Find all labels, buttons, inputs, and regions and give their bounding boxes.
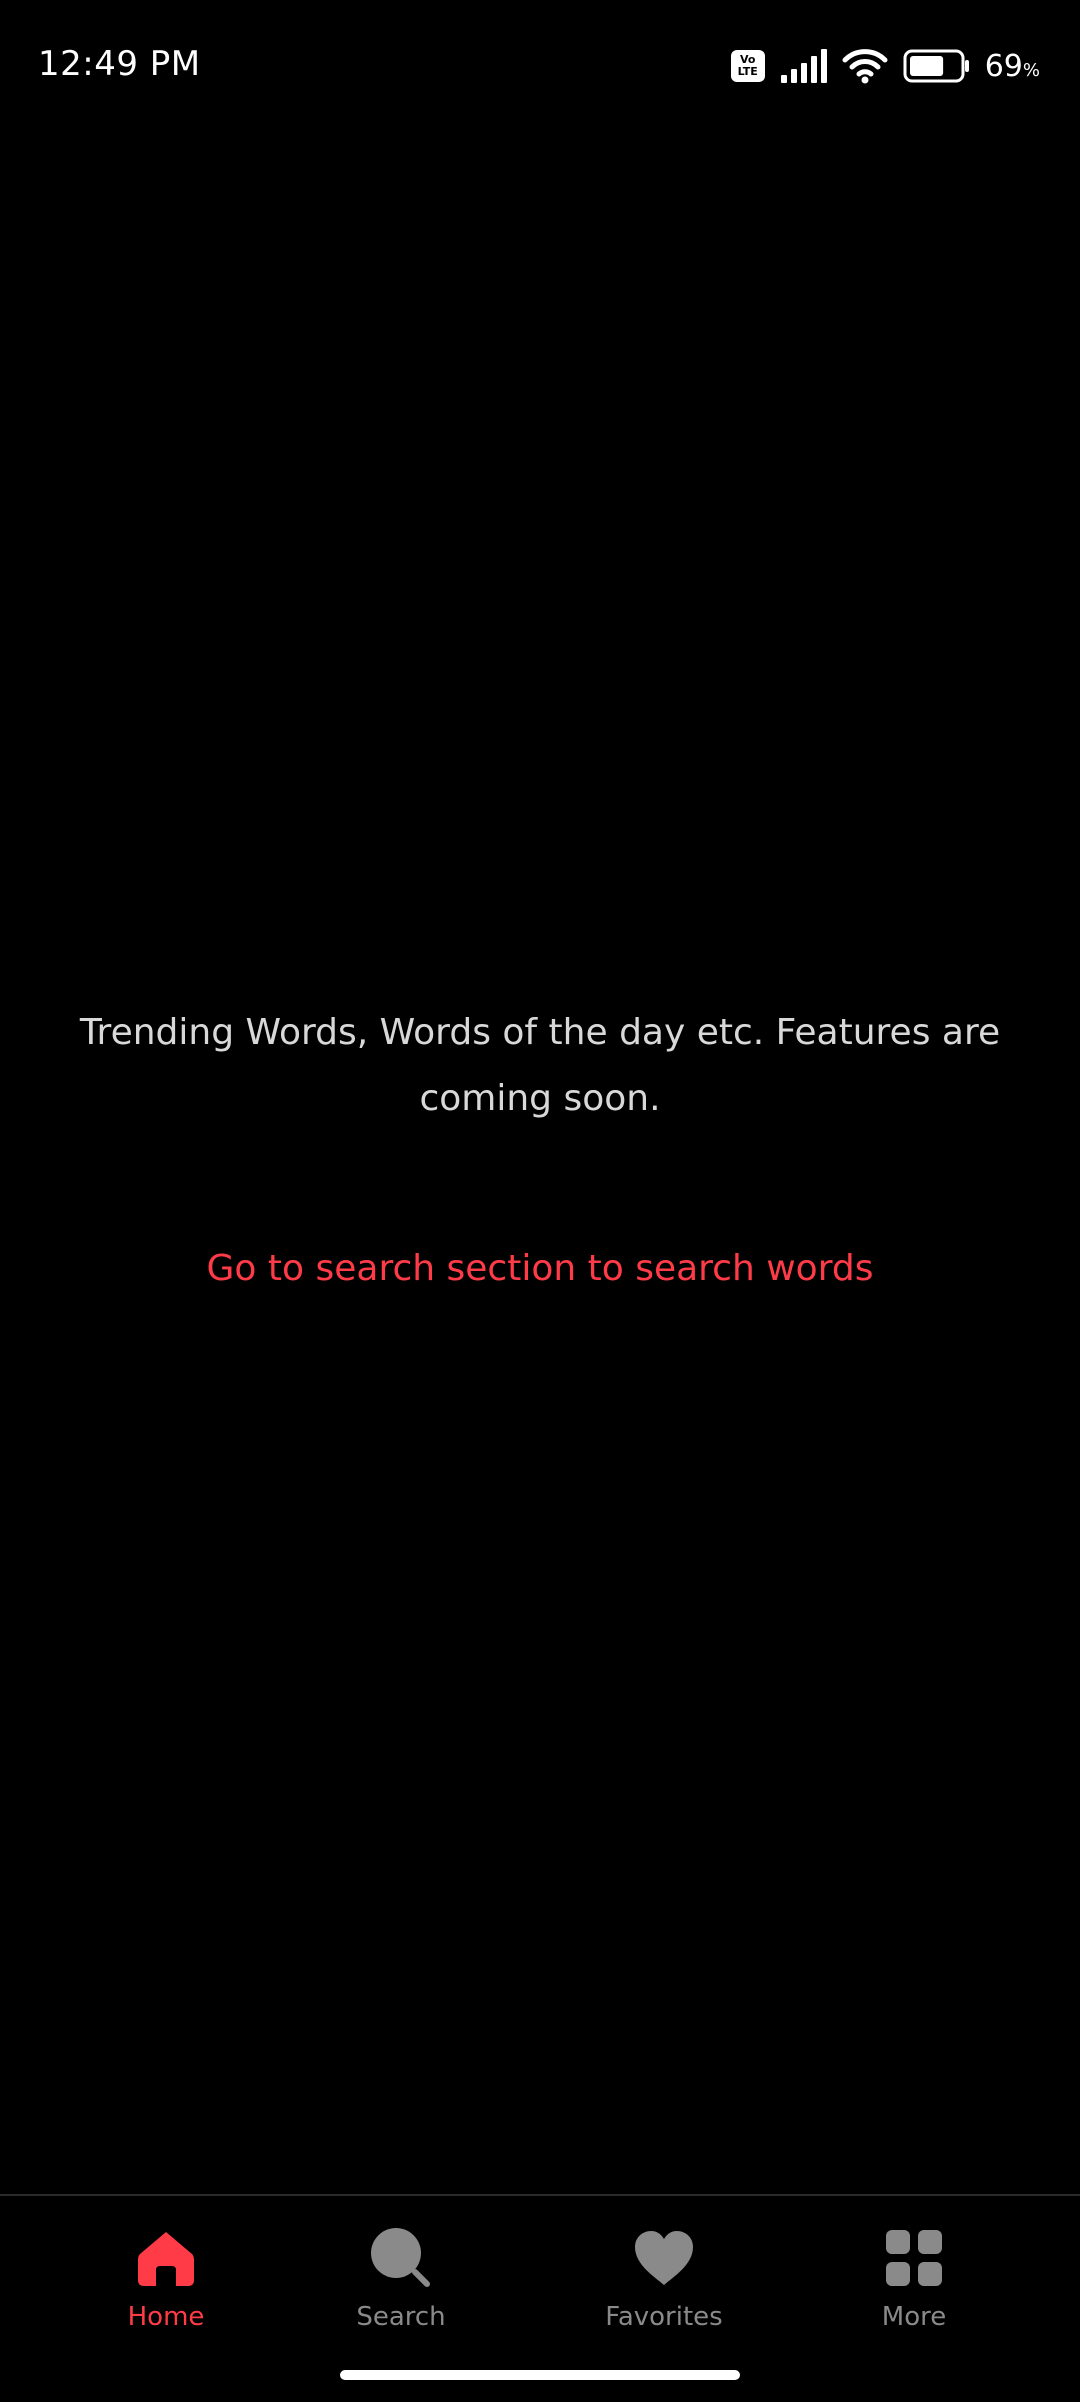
- battery-percent-unit: %: [1022, 59, 1040, 81]
- battery-percent-value: 69: [984, 48, 1023, 84]
- status-icons: Vo LTE 69%: [730, 44, 1040, 88]
- nav-item-home[interactable]: Home: [56, 2226, 276, 2356]
- status-time: 12:49 PM: [38, 44, 201, 84]
- volte-icon: Vo LTE: [730, 50, 765, 82]
- heart-icon: [632, 2226, 696, 2290]
- coming-soon-message: Trending Words, Words of the day etc. Fe…: [79, 1012, 1001, 1119]
- nav-label-search: Search: [356, 2302, 446, 2332]
- status-bar: 12:49 PM Vo LTE 69%: [0, 0, 1080, 130]
- home-indicator[interactable]: [340, 2370, 740, 2380]
- go-to-search-link[interactable]: Go to search section to search words: [40, 1248, 1040, 1289]
- home-icon: [134, 2226, 198, 2290]
- nav-item-more[interactable]: More: [804, 2226, 1024, 2356]
- nav-label-more: More: [881, 2302, 947, 2332]
- wifi-icon: [842, 49, 888, 84]
- nav-item-favorites[interactable]: Favorites: [554, 2226, 774, 2356]
- nav-item-search[interactable]: Search: [291, 2226, 511, 2356]
- volte-bottom-label: LTE: [737, 65, 758, 78]
- battery-percent: 69%: [985, 49, 1040, 84]
- nav-label-home: Home: [127, 2302, 205, 2332]
- signal-icon: [780, 49, 827, 83]
- search-icon: [369, 2226, 433, 2290]
- nav-label-favorites: Favorites: [605, 2302, 723, 2332]
- battery-icon: [903, 49, 969, 83]
- grid-icon: [882, 2226, 946, 2290]
